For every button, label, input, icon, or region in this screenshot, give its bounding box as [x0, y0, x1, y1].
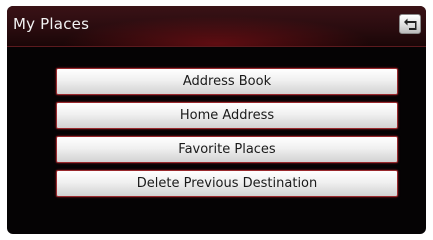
back-button[interactable]	[399, 14, 421, 34]
delete-previous-destination-button[interactable]: Delete Previous Destination	[56, 170, 398, 197]
home-address-button[interactable]: Home Address	[56, 102, 398, 129]
favorite-places-button[interactable]: Favorite Places	[56, 136, 398, 163]
address-book-button[interactable]: Address Book	[56, 68, 398, 95]
header-bar: My Places	[7, 6, 426, 47]
back-arrow-icon	[404, 18, 417, 30]
places-menu: Address Book Home Address Favorite Place…	[56, 68, 398, 204]
page-title: My Places	[13, 15, 90, 33]
navigation-screen: My Places Address Book Home Address Favo…	[7, 6, 426, 234]
